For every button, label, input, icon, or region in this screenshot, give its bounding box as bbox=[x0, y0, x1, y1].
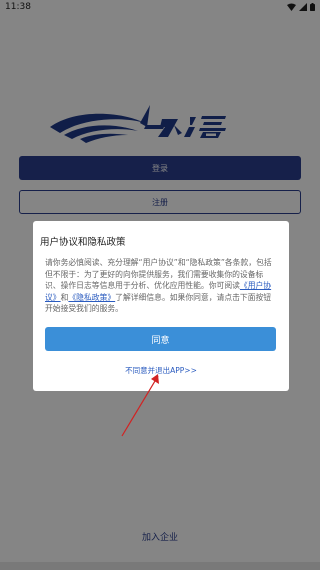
dialog-body: 请你务必慎阅读、充分理解“用户协议”和“隐私政策”各条款，包括但不限于：为了更好… bbox=[45, 257, 277, 315]
dialog-text-part1: 请你务必慎阅读、充分理解“用户协议”和“隐私政策”各条款，包括但不限于：为了更好… bbox=[45, 258, 272, 290]
dialog-title: 用户协议和隐私政策 bbox=[40, 237, 126, 248]
agree-button[interactable]: 同意 bbox=[45, 327, 276, 351]
annotation-arrow-icon bbox=[121, 374, 159, 437]
privacy-policy-link[interactable]: 《隐私政策》 bbox=[68, 293, 115, 302]
privacy-dialog: 用户协议和隐私政策 请你务必慎阅读、充分理解“用户协议”和“隐私政策”各条款，包… bbox=[33, 221, 289, 391]
